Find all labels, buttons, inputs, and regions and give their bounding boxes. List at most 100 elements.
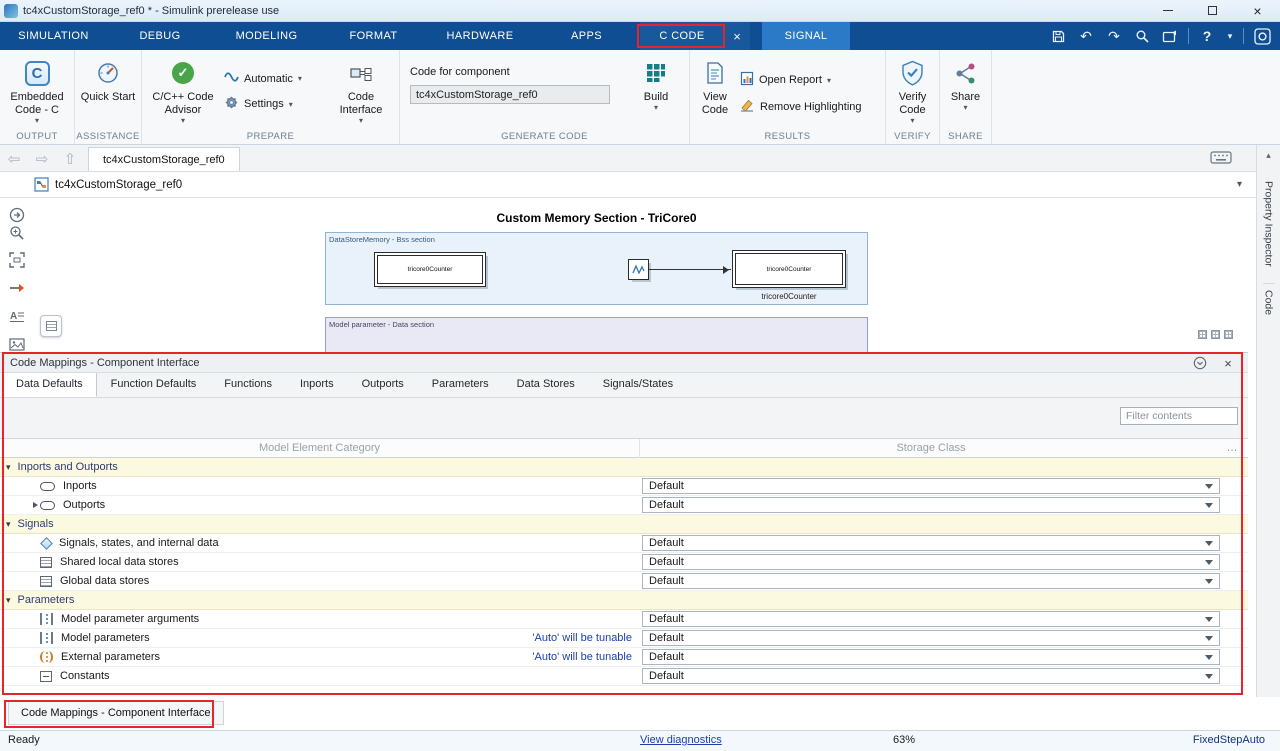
section-inports-and-outports[interactable]: ▾ Inports and Outports: [0, 458, 1248, 477]
verify-code-button[interactable]: Verify Code ▾: [886, 50, 939, 144]
back-icon[interactable]: ⇦: [0, 150, 28, 171]
screenshot-icon[interactable]: [1160, 26, 1180, 46]
tab-debug[interactable]: DEBUG: [107, 22, 213, 50]
storage-class-dropdown[interactable]: Default: [642, 573, 1220, 589]
model-browser-icon[interactable]: [6, 205, 28, 225]
tab-hardware[interactable]: HARDWARE: [427, 22, 533, 50]
tab-data-stores[interactable]: Data Stores: [503, 372, 589, 397]
column-options-icon[interactable]: …: [1220, 439, 1244, 458]
row-inports[interactable]: Inports Default: [0, 477, 1248, 496]
column-model-element-category[interactable]: Model Element Category: [0, 439, 640, 458]
row-shared-local-data-stores[interactable]: Shared local data stores Default: [0, 553, 1248, 572]
fit-to-view-icon[interactable]: [6, 250, 28, 270]
model-canvas[interactable]: A Custom Memory Section - TriCore0 DataS…: [0, 198, 1256, 352]
solver-label[interactable]: FixedStepAuto: [1193, 734, 1265, 746]
close-panel-icon[interactable]: ×: [1220, 356, 1236, 370]
remove-highlighting-button[interactable]: Remove Highlighting: [740, 98, 880, 115]
section-signals[interactable]: ▾ Signals: [0, 515, 1248, 534]
collapse-section-icon[interactable]: ▾: [6, 462, 11, 473]
signal-wire[interactable]: [649, 269, 731, 270]
collapse-section-icon[interactable]: ▾: [6, 595, 11, 606]
undo-icon[interactable]: ↶: [1076, 26, 1096, 46]
grid-view-icon[interactable]: [1224, 330, 1233, 339]
property-inspector-tab[interactable]: Property Inspector: [1263, 175, 1275, 273]
share-button[interactable]: Share ▾: [940, 50, 991, 144]
model-data-editor-button[interactable]: [40, 315, 62, 337]
collapse-section-icon[interactable]: ▾: [6, 519, 11, 530]
tab-outports[interactable]: Outports: [348, 372, 418, 397]
up-to-parent-icon[interactable]: ⇧: [56, 150, 84, 171]
tab-inports[interactable]: Inports: [286, 372, 348, 397]
filter-input[interactable]: [1120, 407, 1238, 425]
quick-start-button[interactable]: Quick Start: [75, 50, 141, 144]
keyboard-shortcuts-icon[interactable]: [1210, 151, 1232, 171]
tab-modeling[interactable]: MODELING: [213, 22, 320, 50]
view-code-button[interactable]: View Code: [690, 50, 740, 144]
open-report-dropdown[interactable]: Open Report ▾: [740, 71, 880, 89]
search-icon[interactable]: [1132, 26, 1152, 46]
tab-signal[interactable]: SIGNAL: [762, 22, 850, 50]
source-block[interactable]: [628, 259, 649, 280]
column-storage-class[interactable]: Storage Class: [640, 439, 1222, 458]
image-icon[interactable]: [6, 334, 28, 352]
build-button[interactable]: Build ▾: [630, 50, 682, 144]
help-chevron-icon[interactable]: ▾: [1225, 26, 1235, 46]
storage-class-dropdown[interactable]: Default: [642, 535, 1220, 551]
collapse-strip-icon[interactable]: ▴: [1266, 150, 1271, 161]
tab-signals-states[interactable]: Signals/States: [589, 372, 687, 397]
storage-class-dropdown[interactable]: Default: [642, 497, 1220, 513]
minimize-panel-icon[interactable]: [1192, 356, 1208, 370]
help-icon[interactable]: ?: [1197, 26, 1217, 46]
breadcrumb[interactable]: tc4xCustomStorage_ref0: [55, 179, 182, 191]
tab-functions[interactable]: Functions: [210, 372, 286, 397]
code-panel-tab[interactable]: Code: [1263, 283, 1275, 321]
grid-view-icon[interactable]: [1198, 330, 1207, 339]
tab-simulation[interactable]: SIMULATION: [0, 22, 107, 50]
storage-class-dropdown[interactable]: Default: [642, 630, 1220, 646]
signal-arrow-icon[interactable]: [6, 278, 28, 298]
storage-class-dropdown[interactable]: Default: [642, 611, 1220, 627]
close-c-code-tab-icon[interactable]: ×: [724, 22, 750, 50]
grid-view-icon[interactable]: [1211, 330, 1220, 339]
automatic-dropdown[interactable]: Automatic ▾: [224, 71, 326, 86]
storage-class-dropdown[interactable]: Default: [642, 668, 1220, 684]
code-mappings-dock-tab[interactable]: Code Mappings - Component Interface: [8, 701, 224, 725]
component-field[interactable]: [410, 85, 610, 104]
section-parameters[interactable]: ▾ Parameters: [0, 591, 1248, 610]
row-outports[interactable]: Outports Default: [0, 496, 1248, 515]
tab-c-code[interactable]: C CODE: [640, 22, 724, 50]
row-external-parameters[interactable]: External parameters 'Auto' will be tunab…: [0, 648, 1248, 667]
code-advisor-button[interactable]: ✓ C/C++ Code Advisor ▾: [142, 50, 224, 144]
row-signals-states-internal[interactable]: Signals, states, and internal data Defau…: [0, 534, 1248, 553]
tab-parameters[interactable]: Parameters: [418, 372, 503, 397]
row-model-parameters[interactable]: Model parameters 'Auto' will be tunable …: [0, 629, 1248, 648]
save-icon[interactable]: [1048, 26, 1068, 46]
code-interface-button[interactable]: Code Interface ▾: [326, 50, 396, 144]
close-button[interactable]: ×: [1235, 0, 1280, 21]
zoom-in-icon[interactable]: [6, 223, 28, 243]
minimize-button[interactable]: [1145, 0, 1190, 21]
row-global-data-stores[interactable]: Global data stores Default: [0, 572, 1248, 591]
view-diagnostics-link[interactable]: View diagnostics: [640, 734, 722, 746]
tab-data-defaults[interactable]: Data Defaults: [2, 372, 97, 397]
storage-class-dropdown[interactable]: Default: [642, 478, 1220, 494]
breadcrumb-dropdown-icon[interactable]: ▾: [1237, 179, 1242, 190]
tab-function-defaults[interactable]: Function Defaults: [97, 372, 211, 397]
storage-class-dropdown[interactable]: Default: [642, 649, 1220, 665]
embedded-code-button[interactable]: C Embedded Code - C ▾: [0, 50, 74, 144]
tab-apps[interactable]: APPS: [533, 22, 640, 50]
redo-icon[interactable]: ↷: [1104, 26, 1124, 46]
datastore-write-block[interactable]: tricore0Counter: [732, 250, 846, 288]
record-icon[interactable]: [1252, 26, 1272, 46]
document-tab[interactable]: tc4xCustomStorage_ref0: [88, 147, 240, 171]
storage-class-dropdown[interactable]: Default: [642, 554, 1220, 570]
row-constants[interactable]: Constants Default: [0, 667, 1248, 686]
row-model-parameter-arguments[interactable]: Model parameter arguments Default: [0, 610, 1248, 629]
annotation-icon[interactable]: A: [6, 306, 28, 326]
forward-icon[interactable]: ⇨: [28, 150, 56, 171]
settings-dropdown[interactable]: Settings ▾: [224, 95, 326, 113]
tab-format[interactable]: FORMAT: [320, 22, 427, 50]
datastore-memory-block[interactable]: tricore0Counter: [374, 252, 486, 287]
chevron-down-icon: [1205, 503, 1213, 512]
maximize-button[interactable]: [1190, 0, 1235, 21]
